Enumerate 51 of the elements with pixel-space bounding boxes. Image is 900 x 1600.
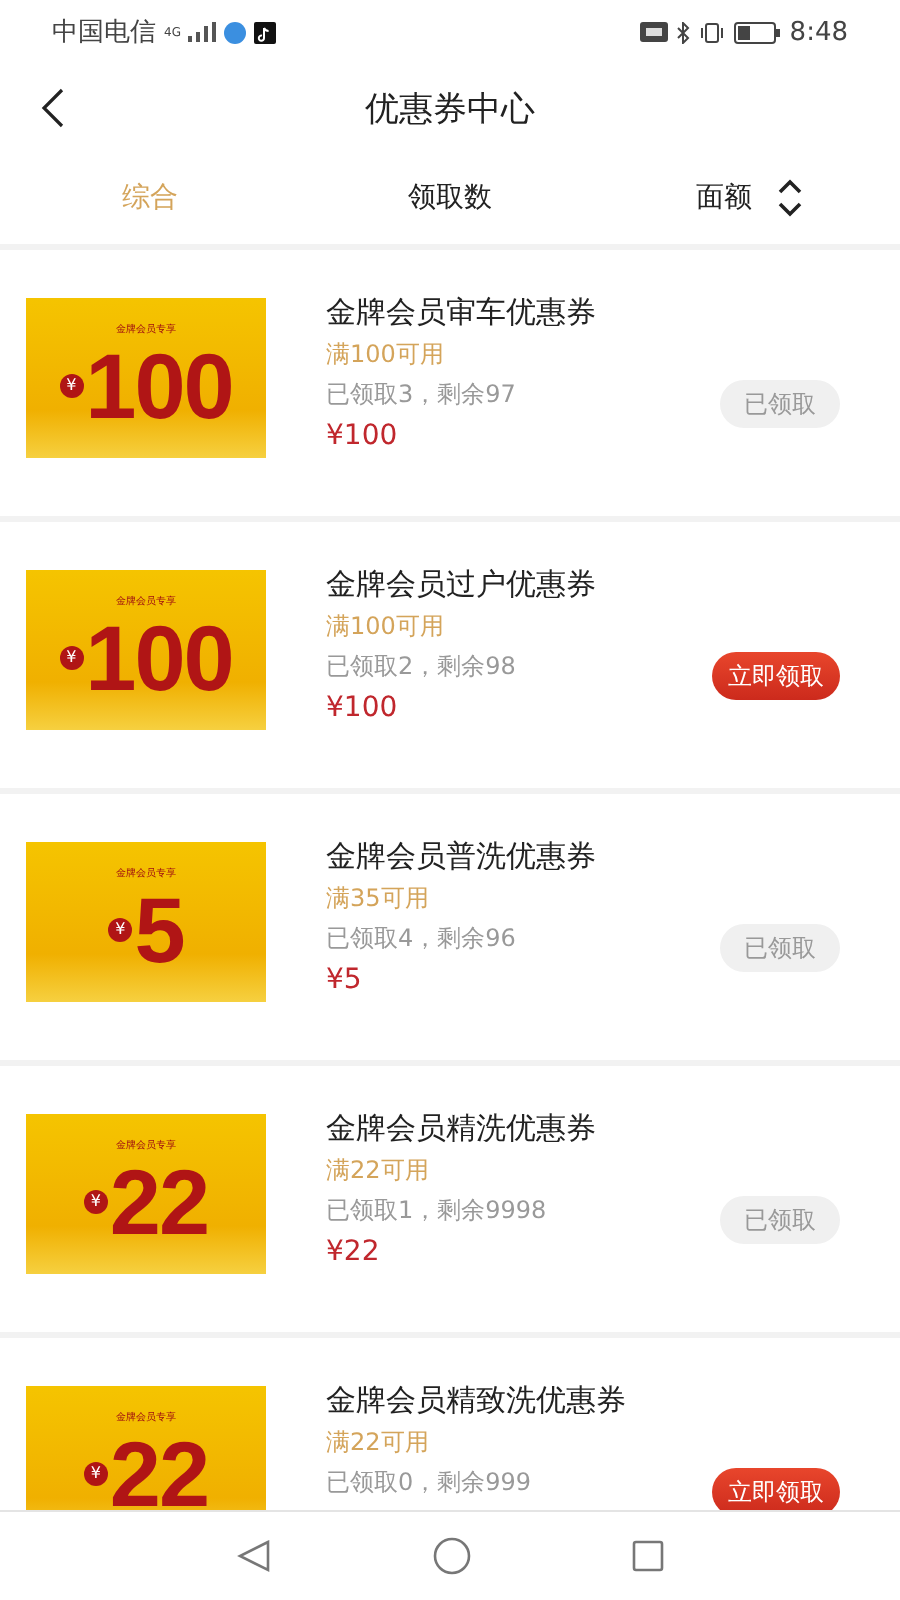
signal-icon [188,22,217,42]
battery-icon [733,21,782,43]
sort-tab[interactable]: 领取数 [408,180,492,216]
sort-icon[interactable] [776,178,804,218]
coupon-condition: 满22可用 [326,1426,431,1460]
coupon-title: 金牌会员精致洗优惠券 [326,1380,628,1422]
bluetooth-icon [675,21,690,43]
page-title: 优惠券中心 [365,87,535,131]
currency-mark: ¥ [108,917,133,941]
carrier-name: 中国电信 [52,16,156,50]
coupon-stats: 已领取3，剩余97 [326,378,518,412]
currency-mark: ¥ [83,1189,108,1213]
claim-button[interactable]: 已领取 [720,1196,840,1244]
coupon-price: ¥22 [326,1234,382,1272]
coupon-price: ¥100 [326,690,400,728]
hd-icon [639,22,668,42]
sort-tab[interactable]: 面额 [696,180,752,216]
claim-button[interactable]: 已领取 [720,380,840,428]
coupon-price: ¥100 [326,418,400,456]
coupon-title: 金牌会员精洗优惠券 [326,1108,598,1150]
coupon-value: 22 [109,1151,209,1251]
coupon-stats: 已领取1，剩余9998 [326,1194,549,1228]
coupon-condition: 满35可用 [326,882,431,916]
coupon-value: 22 [109,1423,209,1510]
coupon-value: 100 [85,335,233,435]
coupon-title: 金牌会员普洗优惠券 [326,836,598,878]
claim-button[interactable]: 立即领取 [712,652,840,700]
app-icon [224,21,247,43]
back-nav-icon[interactable] [236,1538,272,1574]
currency-mark: ¥ [59,645,84,669]
coupon-stats: 已领取2，剩余98 [326,650,518,684]
vibrate-icon [697,21,726,43]
claim-button[interactable]: 已领取 [720,924,840,972]
coupon-value: 100 [85,607,233,707]
coupon-stats: 已领取4，剩余96 [326,922,518,956]
app-icon [254,21,277,43]
coupon-value: 5 [134,879,184,979]
currency-mark: ¥ [83,1461,108,1485]
home-icon[interactable] [432,1536,472,1576]
coupon-stats: 已领取0，剩余999 [326,1466,534,1500]
back-icon[interactable] [40,88,64,128]
currency-mark: ¥ [59,373,84,397]
coupon-condition: 满22可用 [326,1154,431,1188]
coupon-title: 金牌会员过户优惠券 [326,564,598,606]
coupon-condition: 满100可用 [326,610,446,644]
coupon-price: ¥5 [326,962,364,1000]
coupon-title: 金牌会员审车优惠券 [326,292,598,334]
recent-apps-icon[interactable] [632,1540,664,1572]
coupon-condition: 满100可用 [326,338,446,372]
clock-time: 8:48 [789,17,848,47]
claim-button[interactable]: 立即领取 [712,1468,840,1510]
